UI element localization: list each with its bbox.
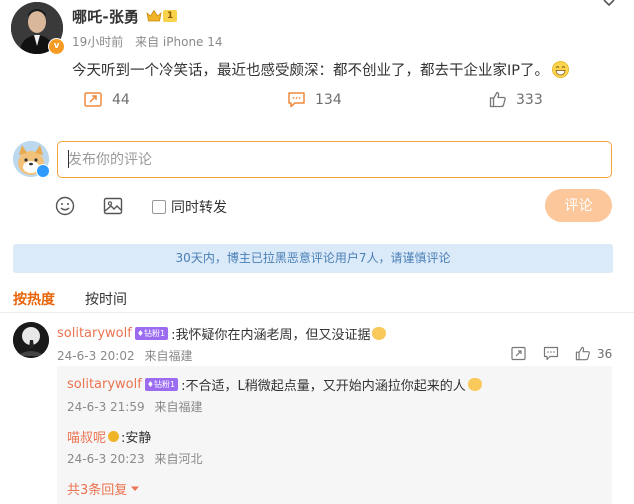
fan-badge-label: 钻粉1	[154, 380, 176, 389]
image-icon[interactable]	[103, 196, 123, 216]
post-text-content: 今天听到一个冷笑话，最近也感受颇深：都不创业了，都去干企业家IP了。	[72, 63, 550, 79]
like-count: 333	[516, 91, 543, 108]
divider	[0, 312, 634, 313]
fan-badge[interactable]: ♦ 钻粉1	[134, 327, 169, 340]
post-source: 来自 iPhone 14	[135, 35, 223, 49]
post-text: 今天听到一个冷笑话，最近也感受颇深：都不创业了，都去干企业家IP了。	[72, 59, 570, 80]
comment-button[interactable]: 134	[287, 91, 342, 108]
tab-sort-time[interactable]: 按时间	[85, 289, 127, 309]
post-meta: 19小时前 来自 iPhone 14	[72, 33, 223, 50]
verified-v-icon: v	[48, 38, 65, 55]
crown-icon	[108, 431, 120, 442]
comment-input[interactable]	[57, 141, 612, 178]
thumbs-up-icon	[489, 91, 506, 108]
repost-button[interactable]: 44	[84, 91, 130, 108]
reply-body: solitarywolf ♦ 钻粉1 :不合适，L稍微起点量，又开始内涵拉你起来的…	[67, 375, 482, 394]
repost-count: 44	[112, 91, 130, 108]
diamond-icon: ♦	[146, 380, 154, 389]
repost-checkbox-label: 同时转发	[171, 200, 227, 216]
reply-text: :不合适，L稍微起点量，又开始内涵拉你起来的人	[181, 379, 466, 394]
comment-actions: 36	[511, 346, 612, 361]
comment-count: 134	[315, 91, 342, 108]
fan-badge-label: 钻粉1	[144, 329, 166, 338]
comment-meta: 24-6-3 20:02 来自福建	[57, 347, 192, 364]
diamond-icon: ♦	[136, 329, 144, 338]
author-name[interactable]: 哪吒-张勇	[72, 6, 139, 27]
comment-text: :我怀疑你在内涵老周，但又没证据	[171, 328, 371, 343]
comment-like-count: 36	[597, 346, 613, 361]
emoji-icon[interactable]	[55, 196, 75, 216]
crown-icon	[146, 9, 162, 22]
verified-icon	[36, 164, 50, 178]
comment-icon	[288, 92, 305, 108]
reply-location: 来自河北	[154, 452, 203, 466]
more-replies-label: 共3条回复	[67, 483, 128, 498]
cat-emoji-icon	[467, 378, 482, 391]
comment-icon[interactable]	[543, 346, 559, 361]
submit-comment-button[interactable]: 评论	[545, 189, 612, 222]
reply-username[interactable]: 喵叔呢	[67, 427, 106, 446]
text-caret	[68, 150, 69, 168]
reply-text: :安静	[121, 431, 152, 446]
reply-meta: 24-6-3 20:23 来自河北	[67, 450, 202, 467]
thumbs-up-icon[interactable]	[575, 346, 591, 361]
blocklist-notice: 30天内，博主已拉黑恶意评论用户7人，请谨慎评论	[13, 244, 613, 273]
tab-sort-hot[interactable]: 按热度	[13, 289, 55, 309]
repost-icon[interactable]	[511, 346, 527, 361]
cat-emoji-icon	[372, 327, 387, 340]
grin-emoji-icon	[552, 61, 570, 78]
like-button[interactable]: 333	[489, 91, 543, 108]
caret-down-icon	[131, 486, 140, 491]
repost-icon	[84, 92, 102, 107]
reply-date: 24-6-3 20:23	[67, 452, 145, 466]
repost-checkbox[interactable]: 同时转发	[152, 197, 227, 217]
vip-level: 1	[163, 10, 178, 22]
chevron-down-icon[interactable]	[602, 0, 616, 10]
checkbox-box[interactable]	[152, 200, 166, 214]
post-time[interactable]: 19小时前	[72, 35, 123, 49]
weibo-post-page: v 哪吒-张勇 1 19小时前 来自 iPhone 14 今天听到一个冷笑话，最…	[0, 0, 634, 504]
comment-username[interactable]: solitarywolf	[57, 326, 132, 341]
reply-username[interactable]: solitarywolf	[67, 377, 142, 392]
reply-meta: 24-6-3 21:59 来自福建	[67, 398, 202, 415]
reply-date: 24-6-3 21:59	[67, 400, 145, 414]
comment-body: solitarywolf ♦ 钻粉1 :我怀疑你在内涵老周，但又没证据	[57, 324, 387, 343]
reply-location: 来自福建	[154, 400, 203, 414]
fan-badge[interactable]: ♦ 钻粉1	[144, 378, 179, 391]
vip-badge[interactable]: 1	[146, 8, 178, 24]
reply-body: 喵叔呢 :安静	[67, 427, 151, 446]
comment-location: 来自福建	[144, 349, 193, 363]
more-replies-link[interactable]: 共3条回复	[67, 479, 140, 498]
commenter-avatar[interactable]	[13, 322, 49, 358]
comment-date: 24-6-3 20:02	[57, 349, 135, 363]
